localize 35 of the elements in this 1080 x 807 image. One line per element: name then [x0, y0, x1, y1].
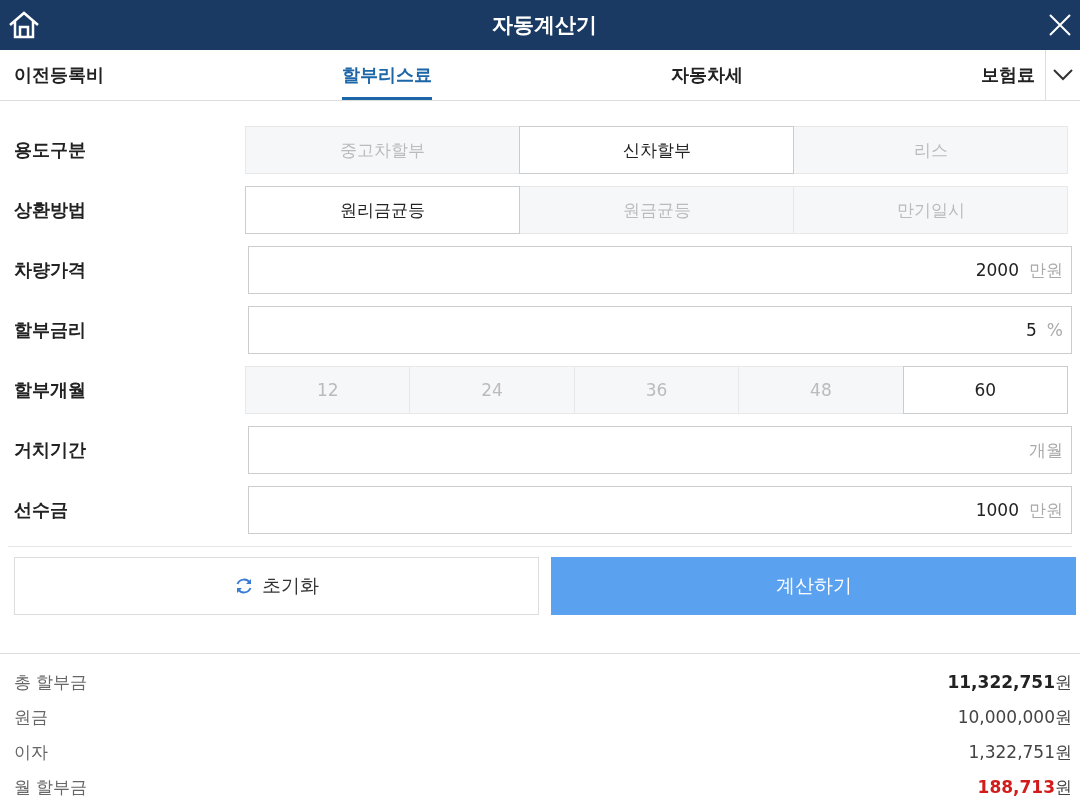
window-title: 자동계산기 — [491, 12, 597, 39]
option-button[interactable]: 60 — [902, 366, 1069, 414]
unit-label: 만원 — [1029, 258, 1063, 282]
result-value: 1,322,751원 — [968, 740, 1072, 764]
result-label: 원금 — [14, 705, 48, 729]
result-label: 총 할부금 — [14, 670, 88, 694]
home-icon[interactable] — [8, 11, 40, 39]
field-label: 거치기간 — [14, 438, 87, 462]
unit-label: 만원 — [1029, 498, 1063, 522]
input-field[interactable]: 2000 만원 — [248, 246, 1072, 294]
result-value: 11,322,751원 — [947, 670, 1072, 694]
chevron-icon — [1053, 69, 1073, 81]
input-field[interactable]: 1000 만원 — [248, 486, 1072, 534]
field-label: 선수금 — [14, 498, 69, 522]
field-label: 상환방법 — [14, 198, 87, 222]
reset-button[interactable]: 초기화 — [14, 557, 539, 615]
unit-label: 개월 — [1029, 438, 1063, 462]
field-label: 용도구분 — [14, 138, 87, 162]
field-label: 할부금리 — [14, 318, 87, 342]
tab[interactable]: 이전등록비 — [14, 50, 104, 100]
option-button[interactable]: 원리금균등 — [245, 186, 520, 234]
tab[interactable]: 자동차세 — [670, 50, 743, 100]
tab[interactable]: 보험료 — [981, 50, 1035, 100]
option-button[interactable]: 신차할부 — [519, 126, 794, 174]
input-field[interactable]: 5 % — [248, 306, 1072, 354]
result-value: 10,000,000원 — [957, 705, 1072, 729]
tab[interactable]: 할부리스료 — [342, 50, 433, 100]
result-value: 188,713원 — [977, 775, 1072, 799]
close-icon[interactable] — [1048, 13, 1072, 37]
field-label: 할부개월 — [14, 378, 87, 402]
result-label: 월 할부금 — [14, 775, 88, 799]
unit-label: % — [1046, 320, 1063, 340]
field-label: 차량가격 — [14, 258, 87, 282]
refresh-icon — [234, 576, 254, 596]
result-label: 이자 — [14, 740, 48, 764]
